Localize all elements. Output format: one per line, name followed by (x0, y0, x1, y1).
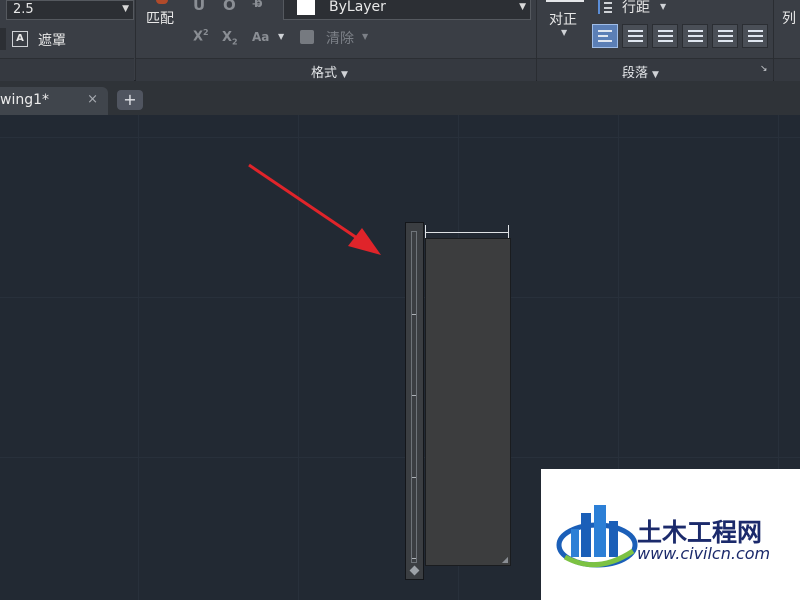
ruler-tick (412, 395, 416, 396)
justify-icon (546, 0, 584, 2)
chevron-down-icon: ▼ (561, 28, 568, 37)
panel-launcher-icon[interactable]: ↘ (760, 64, 768, 74)
chevron-down-icon: ▼ (278, 32, 285, 41)
chevron-down-icon: ▼ (652, 70, 659, 80)
style-panel-title-bar (0, 58, 134, 81)
chevron-down-icon: ▼ (122, 4, 129, 14)
align-center-button[interactable] (622, 24, 648, 48)
justify-align-button[interactable] (682, 24, 708, 48)
ruler-tick (412, 477, 416, 478)
vertical-ruler[interactable] (405, 222, 424, 580)
width-ruler-end (425, 225, 426, 239)
cut-control-edge (0, 28, 6, 50)
ruler-track (411, 231, 417, 563)
close-icon[interactable]: × (87, 92, 98, 107)
text-height-value: 2.5 (13, 2, 34, 17)
ruler-resize-handle[interactable] (409, 565, 420, 576)
document-tab-bar: wing1* × + (0, 81, 800, 115)
columns-label[interactable]: 列 (782, 8, 796, 28)
mask-button[interactable]: A 遮罩 (12, 30, 72, 50)
align-right-button[interactable] (652, 24, 678, 48)
format-panel-title[interactable]: 格式 ▼ (311, 62, 348, 81)
chevron-down-icon: ▼ (341, 70, 348, 80)
justify-button[interactable]: 对正 ▼ (544, 0, 586, 40)
superscript-icon[interactable]: X2 (193, 28, 209, 44)
ruler-tick (412, 314, 416, 315)
civilcn-logo-icon (556, 505, 638, 568)
chevron-down-icon: ▼ (660, 2, 667, 11)
clear-button[interactable]: 清除 ▼ (298, 28, 374, 48)
distribute-button[interactable] (712, 24, 738, 48)
width-ruler-end (508, 225, 509, 239)
match-button[interactable]: 匹配 (144, 0, 182, 32)
justify-label: 对正 (549, 12, 577, 28)
grid-line (0, 137, 800, 138)
new-tab-button[interactable]: + (117, 90, 143, 110)
line-spacing-label: 行距 (622, 0, 650, 16)
change-case-label: Aa (252, 30, 270, 44)
eraser-icon (300, 30, 314, 44)
plus-icon: + (123, 90, 137, 109)
mask-icon: A (12, 31, 28, 47)
watermark: 土木工程网 www.civilcn.com (541, 469, 800, 600)
chevron-down-icon: ▼ (519, 2, 526, 12)
mask-label: 遮罩 (38, 33, 66, 49)
width-ruler[interactable] (425, 225, 509, 239)
distribute-spaced-button[interactable] (742, 24, 768, 48)
overline-icon[interactable]: O (223, 0, 236, 14)
drawing-tab[interactable]: wing1* × (0, 87, 108, 115)
clear-label: 清除 (326, 31, 354, 47)
grid-line (298, 115, 299, 600)
color-swatch (297, 0, 315, 15)
line-spacing-icon (598, 0, 612, 14)
chevron-down-icon: ▼ (362, 32, 369, 41)
change-case-button[interactable]: Aa ▼ (252, 30, 288, 48)
ribbon: 2.5 ▼ A 遮罩 匹配 U O b̶ X2 X2 Aa ▼ 清除 ▼ ByL… (0, 0, 800, 81)
align-left-button[interactable] (592, 24, 618, 48)
drawing-tab-label: wing1* (0, 92, 50, 108)
underline-icon[interactable]: U (193, 0, 205, 14)
match-label: 匹配 (146, 11, 174, 27)
grid-line (0, 457, 800, 458)
paragraph-panel-label: 段落 (622, 66, 649, 81)
columns-panel-title-bar (774, 58, 800, 81)
grid-line (138, 115, 139, 600)
line-spacing-button[interactable]: 行距 ▼ (596, 0, 672, 18)
grid-line (0, 297, 800, 298)
color-value: ByLayer (329, 0, 386, 15)
format-panel-label: 格式 (311, 66, 338, 81)
strikethrough-icon[interactable]: b̶ (254, 0, 263, 10)
subscript-icon[interactable]: X2 (222, 30, 238, 47)
text-height-combo[interactable]: 2.5 ▼ (6, 0, 134, 20)
paragraph-panel-title[interactable]: 段落 ▼ (622, 62, 659, 81)
watermark-url: www.civilcn.com (637, 544, 771, 563)
match-icon (156, 0, 168, 4)
color-combo[interactable]: ByLayer ▼ (283, 0, 531, 20)
ruler-tick (412, 558, 416, 559)
resize-grip-icon[interactable]: ◢ (502, 555, 508, 564)
width-ruler-line (425, 232, 509, 233)
mtext-edit-box[interactable]: ◢ (425, 238, 511, 566)
